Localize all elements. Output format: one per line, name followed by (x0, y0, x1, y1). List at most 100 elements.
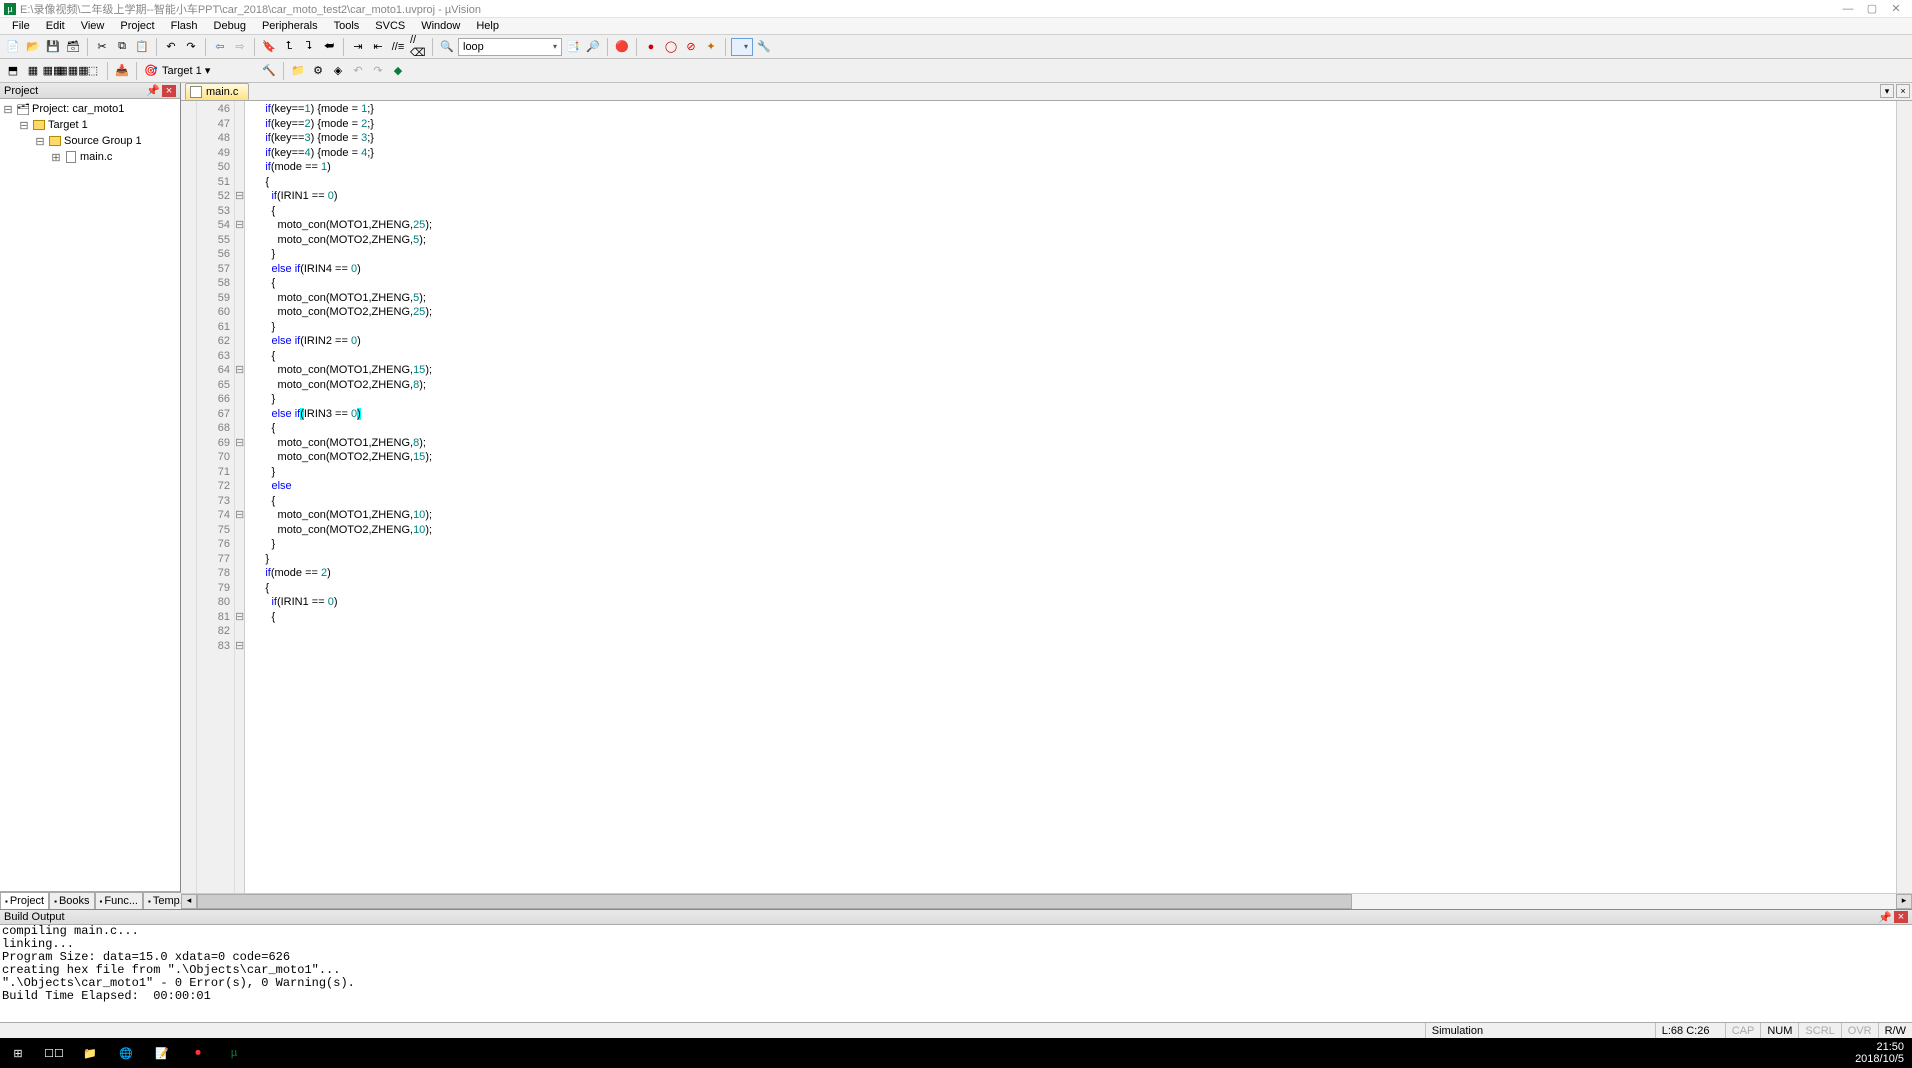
build-output-text[interactable]: compiling main.c... linking... Program S… (0, 925, 1912, 1022)
translate-icon[interactable]: ⬒ (4, 62, 22, 80)
scroll-thumb[interactable] (197, 894, 1352, 909)
explorer-icon[interactable]: 📁 (72, 1038, 108, 1068)
tree-label: Target 1 (48, 119, 88, 131)
debug-icon[interactable]: 🔴 (613, 38, 631, 56)
dropdown-icon[interactable]: ▾ (553, 42, 557, 51)
bookmark-margin[interactable] (181, 101, 197, 893)
indent-icon[interactable]: ⇥ (349, 38, 367, 56)
tree-file[interactable]: ⊞ main.c (0, 149, 180, 165)
tree-label: Project: car_moto1 (32, 103, 124, 115)
find-in-files-icon[interactable]: 📑 (564, 38, 582, 56)
fold-margin[interactable]: ⊟⊟⊟⊟⊟⊟⊟ (235, 101, 245, 893)
task-view-icon[interactable]: ☐☐ (36, 1038, 72, 1068)
menu-file[interactable]: File (4, 20, 38, 32)
horizontal-scrollbar[interactable]: ◂ ▸ (181, 893, 1912, 909)
stop-build-icon[interactable]: ⬚ (84, 62, 102, 80)
breakpoint-insert-icon[interactable]: ● (642, 38, 660, 56)
panel-pin-icon[interactable]: 📌 (146, 84, 160, 97)
manage-icon[interactable]: ⚙ (309, 62, 327, 80)
record-icon[interactable]: ⏺ (180, 1038, 216, 1068)
notes-icon[interactable]: 📝 (144, 1038, 180, 1068)
file-icon (64, 150, 78, 164)
close-button[interactable]: ✕ (1884, 2, 1908, 15)
tree-root[interactable]: ⊟ 🗂 Project: car_moto1 (0, 101, 180, 117)
status-cap: CAP (1725, 1023, 1761, 1038)
project-tree[interactable]: ⊟ 🗂 Project: car_moto1 ⊟ Target 1 ⊟ Sour… (0, 99, 180, 891)
code-editor[interactable]: if(key==1) {mode = 1;} if(key==2) {mode … (245, 101, 1896, 893)
menu-help[interactable]: Help (468, 20, 507, 32)
vertical-scrollbar[interactable] (1896, 101, 1912, 893)
pack-installer-icon[interactable]: ◆ (389, 62, 407, 80)
breakpoint-kill-icon[interactable]: ✦ (702, 38, 720, 56)
find-icon[interactable]: 🔍 (438, 38, 456, 56)
bookmark-clear-icon[interactable]: ⮨ (320, 38, 338, 56)
maximize-button[interactable]: ▢ (1860, 2, 1884, 15)
find-combo[interactable]: loop ▾ (458, 38, 562, 56)
scroll-left-icon[interactable]: ◂ (181, 894, 197, 909)
open-file-icon[interactable]: 📂 (24, 38, 42, 56)
menu-view[interactable]: View (73, 20, 113, 32)
tree-group[interactable]: ⊟ Source Group 1 (0, 133, 180, 149)
bookmark-next-icon[interactable]: ⮧ (300, 38, 318, 56)
nav-fwd-icon[interactable]: ⇨ (231, 38, 249, 56)
target-options-icon[interactable]: 🎯 (142, 62, 160, 80)
copy-icon[interactable]: ⧉ (113, 38, 131, 56)
comment-icon[interactable]: //≡ (389, 38, 407, 56)
undo-icon[interactable]: ↶ (162, 38, 180, 56)
menu-window[interactable]: Window (413, 20, 468, 32)
dropdown-icon[interactable]: ▾ (205, 65, 211, 77)
menu-flash[interactable]: Flash (163, 20, 206, 32)
pack-prev-icon[interactable]: ↶ (349, 62, 367, 80)
manage-multi-icon[interactable]: ◈ (329, 62, 347, 80)
scroll-right-icon[interactable]: ▸ (1896, 894, 1912, 909)
cut-icon[interactable]: ✂ (93, 38, 111, 56)
options-icon[interactable]: 🔨 (260, 62, 278, 80)
redo-icon[interactable]: ↷ (182, 38, 200, 56)
uvision-taskbar-icon[interactable]: µ (216, 1038, 252, 1068)
build-icon[interactable]: ▦ (24, 62, 42, 80)
pack-next-icon[interactable]: ↷ (369, 62, 387, 80)
tree-target[interactable]: ⊟ Target 1 (0, 117, 180, 133)
system-tray[interactable]: 21:50 2018/10/5 (1847, 1041, 1912, 1065)
menu-peripherals[interactable]: Peripherals (254, 20, 326, 32)
batch-build-icon[interactable]: ▦▦▦ (64, 62, 82, 80)
tab-dropdown-icon[interactable]: ▾ (1880, 84, 1894, 98)
menu-tools[interactable]: Tools (326, 20, 368, 32)
project-tab-project[interactable]: ▪Project (0, 892, 49, 909)
save-icon[interactable]: 💾 (44, 38, 62, 56)
save-all-icon[interactable]: 🗃 (64, 38, 82, 56)
tree-label: main.c (80, 151, 112, 163)
panel-close-icon[interactable]: × (1894, 911, 1908, 923)
status-scrl: SCRL (1798, 1023, 1840, 1038)
paste-icon[interactable]: 📋 (133, 38, 151, 56)
download-icon[interactable]: 📥 (113, 62, 131, 80)
project-tab-func[interactable]: ▪Func... (95, 892, 143, 909)
browser-icon[interactable]: 🌐 (108, 1038, 144, 1068)
file-ext-icon[interactable]: 📁 (289, 62, 307, 80)
configure-icon[interactable]: 🔧 (755, 38, 773, 56)
menu-edit[interactable]: Edit (38, 20, 73, 32)
minimize-button[interactable]: — (1836, 3, 1860, 15)
new-file-icon[interactable]: 📄 (4, 38, 22, 56)
editor-tab-main[interactable]: main.c (185, 83, 249, 100)
nav-back-icon[interactable]: ⇦ (211, 38, 229, 56)
uncomment-icon[interactable]: //⌫ (409, 38, 427, 56)
start-button[interactable]: ⊞ (0, 1038, 36, 1068)
breakpoint-enable-icon[interactable]: ◯ (662, 38, 680, 56)
bookmark-prev-icon[interactable]: ⮤ (280, 38, 298, 56)
project-tab-books[interactable]: ▪Books (49, 892, 94, 909)
outdent-icon[interactable]: ⇤ (369, 38, 387, 56)
tree-label: Source Group 1 (64, 135, 142, 147)
menu-project[interactable]: Project (112, 20, 162, 32)
panel-close-icon[interactable]: × (162, 85, 176, 97)
window-layout-combo[interactable]: ▾ (731, 38, 753, 56)
menu-svcs[interactable]: SVCS (367, 20, 413, 32)
menu-debug[interactable]: Debug (206, 20, 254, 32)
target-select[interactable]: Target 1 ▾ (162, 64, 258, 77)
bookmark-icon[interactable]: 🔖 (260, 38, 278, 56)
incremental-find-icon[interactable]: 🔎 (584, 38, 602, 56)
status-bar: Simulation L:68 C:26 CAP NUM SCRL OVR R/… (0, 1022, 1912, 1038)
breakpoint-disable-icon[interactable]: ⊘ (682, 38, 700, 56)
panel-pin-icon[interactable]: 📌 (1878, 911, 1892, 924)
tab-close-icon[interactable]: × (1896, 84, 1910, 98)
